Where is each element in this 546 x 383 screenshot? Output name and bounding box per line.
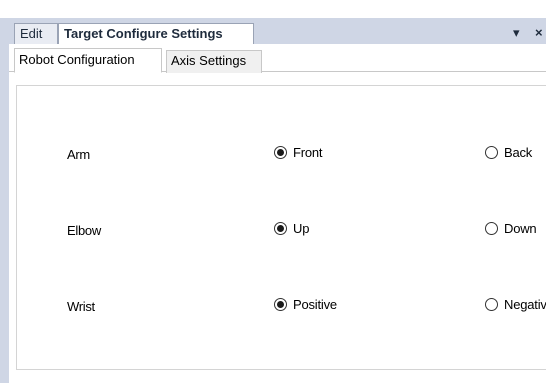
tab-target-configure-settings[interactable]: Target Configure Settings [58,23,254,44]
document-tab-bar: Edit Target Configure Settings ▾ × [9,18,546,44]
elbow-down-radio-indicator[interactable] [485,222,498,235]
window-menu-icon[interactable]: ▾ [513,25,520,41]
arm-row: Arm Front Back [17,144,546,168]
arm-front-label: Front [293,145,323,160]
elbow-label: Elbow [67,223,101,238]
tab-edit-label: Edit [20,26,43,41]
elbow-down-radio[interactable]: Down [485,221,537,236]
wrist-positive-label: Positive [293,297,337,312]
elbow-up-radio[interactable]: Up [274,221,309,236]
target-configure-window: Edit Target Configure Settings ▾ × Robot… [0,0,546,383]
elbow-up-label: Up [293,221,310,236]
tab-edit[interactable]: Edit [14,23,58,44]
elbow-up-radio-indicator[interactable] [274,222,287,235]
arm-back-label: Back [504,145,533,160]
robot-configuration-panel: Arm Front Back Elbow Up Down Wrist Posit… [16,85,546,370]
close-icon[interactable]: × [535,25,543,41]
wrist-label: Wrist [67,299,95,314]
arm-back-radio[interactable]: Back [485,145,532,160]
arm-front-radio-indicator[interactable] [274,146,287,159]
wrist-negative-label: Negative [504,297,546,312]
arm-front-radio[interactable]: Front [274,145,323,160]
left-rail [0,18,9,383]
wrist-negative-radio-indicator[interactable] [485,298,498,311]
tab-robot-configuration-label: Robot Configuration [19,52,135,67]
tab-axis-settings[interactable]: Axis Settings [166,50,262,73]
wrist-row: Wrist Positive Negative [17,296,546,320]
arm-label: Arm [67,147,90,162]
tab-target-configure-settings-label: Target Configure Settings [64,26,223,41]
elbow-row: Elbow Up Down [17,220,546,244]
wrist-positive-radio[interactable]: Positive [274,297,337,312]
tab-axis-settings-label: Axis Settings [171,53,247,68]
wrist-negative-radio[interactable]: Negative [485,297,546,312]
elbow-down-label: Down [504,221,537,236]
arm-back-radio-indicator[interactable] [485,146,498,159]
inner-tab-bar: Robot Configuration Axis Settings [9,46,546,73]
wrist-positive-radio-indicator[interactable] [274,298,287,311]
content-area: Robot Configuration Axis Settings Arm Fr… [9,44,546,383]
tab-robot-configuration[interactable]: Robot Configuration [14,48,162,73]
top-strip [0,0,546,18]
